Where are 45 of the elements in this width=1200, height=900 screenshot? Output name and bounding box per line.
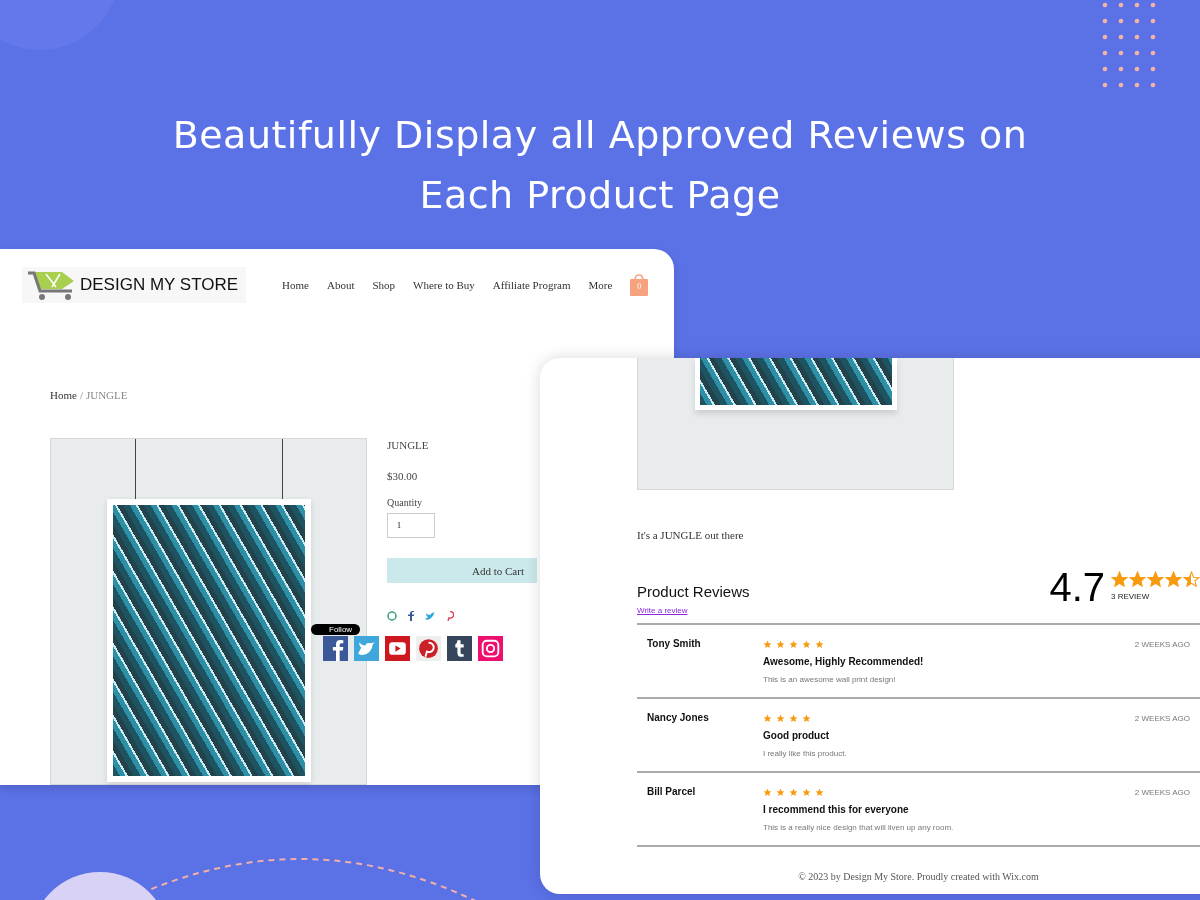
quantity-field[interactable]: 1 xyxy=(387,513,435,538)
cart-count: 0 xyxy=(636,282,643,291)
product-name: JUNGLE xyxy=(387,439,429,451)
nav-link[interactable]: Where to Buy xyxy=(413,279,475,291)
review-date: 2 WEEKS AGO xyxy=(1134,787,1191,799)
follow-badge[interactable]: Follow xyxy=(311,624,361,635)
breadcrumb-link[interactable]: Home xyxy=(50,389,77,401)
quantity-label: Quantity xyxy=(387,497,422,508)
play-logo-icon[interactable] xyxy=(385,636,410,661)
breadcrumb-current: JUNGLE xyxy=(85,389,128,401)
headline: Beautifully Display all Approved Reviews on Each Product Page xyxy=(171,112,1029,219)
review-text: I really like this product. xyxy=(763,749,847,758)
footer-text: © 2023 by Design My Store. Proudly created with Wix.com xyxy=(797,871,1040,882)
nav-link[interactable]: Shop xyxy=(372,279,396,291)
review-count: 3 REVIEW xyxy=(1111,592,1151,601)
chat-icon[interactable] xyxy=(387,611,397,621)
breadcrumb-separator: / xyxy=(79,389,83,401)
average-rating: 4.7 xyxy=(1049,567,1105,607)
review-date: 2 WEEKS AGO xyxy=(1134,713,1191,725)
product-description: It's a JUNGLE out there xyxy=(637,529,745,541)
add-to-cart-button[interactable]: Add to Cart xyxy=(387,558,537,583)
review-title: Good product xyxy=(763,730,830,741)
review-text: This is an awesome wall print design! xyxy=(763,675,896,684)
nav-link[interactable]: About xyxy=(326,279,355,291)
bird-icon[interactable] xyxy=(425,611,435,621)
bird-logo-icon[interactable] xyxy=(354,636,379,661)
reviewer-name: Nancy Jones xyxy=(646,711,710,725)
f-logo-icon[interactable] xyxy=(323,636,348,661)
camera-logo-icon[interactable] xyxy=(478,636,503,661)
review-text: This is a really nice design that will liven up any room. xyxy=(763,823,954,832)
share-f-icon[interactable] xyxy=(408,611,414,621)
write-review-link[interactable]: Write a review xyxy=(637,606,750,615)
review-title: I recommend this for everyone xyxy=(763,804,909,815)
review-date: 2 WEEKS AGO xyxy=(1134,639,1191,651)
t-logo-icon[interactable] xyxy=(447,636,472,661)
pin-logo-icon[interactable] xyxy=(416,636,441,661)
reviewer-name: Bill Parcel xyxy=(646,785,697,799)
review-title: Awesome, Highly Recommended! xyxy=(763,656,924,667)
nav-link[interactable]: Home xyxy=(282,279,309,291)
store-logo[interactable]: DESIGN MY STORE xyxy=(22,267,247,303)
nav-link[interactable]: More xyxy=(588,279,613,291)
reviews-heading: Product Reviews xyxy=(637,583,750,600)
nav-link[interactable]: Affiliate Program xyxy=(492,279,571,291)
product-price: $30.00 xyxy=(387,470,418,482)
reviewer-name: Tony Smith xyxy=(646,637,702,651)
